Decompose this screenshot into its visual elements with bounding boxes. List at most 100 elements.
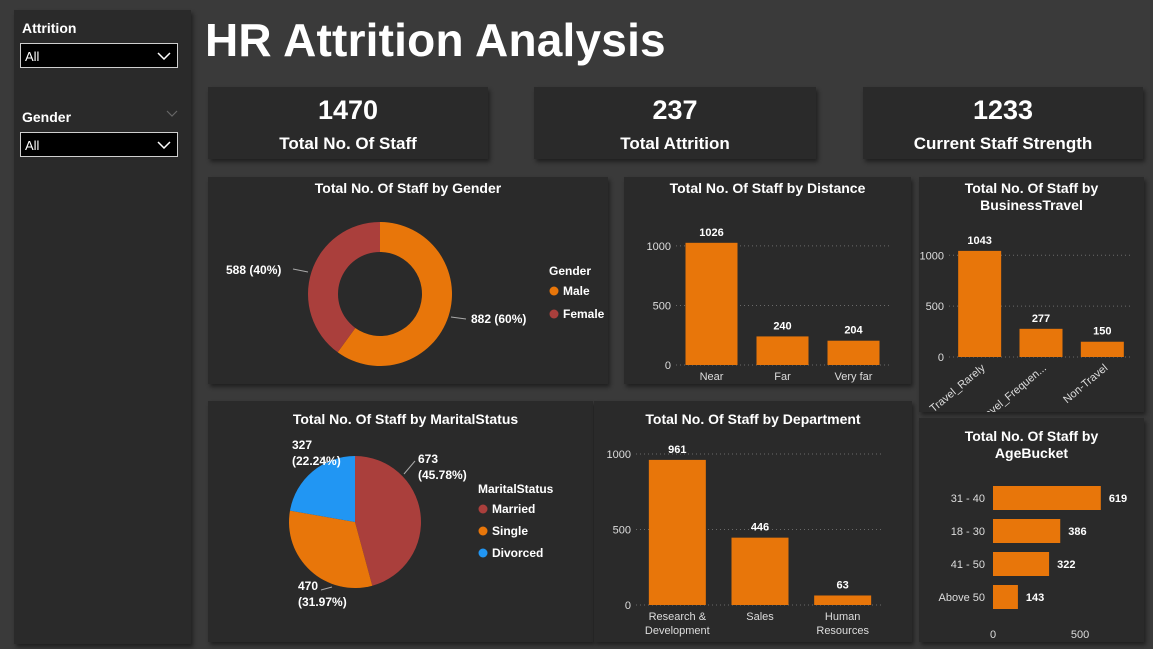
- legend-item: Married: [492, 502, 535, 516]
- y-tick-label: 0: [665, 360, 671, 372]
- department-bar-chart: 0 500 1000 961 Research & Development 446 Sales…: [607, 444, 884, 637]
- kpi-card-current-staff: 1233 Current Staff Strength: [863, 87, 1143, 159]
- gender-chart-card: Total No. Of Staff by Gender 882 (60%) 58…: [208, 177, 608, 384]
- age-chart-card: Total No. Of Staff by AgeBucket 619 31 - …: [919, 418, 1144, 642]
- legend-item: Male: [563, 284, 590, 298]
- kpi-label: Total No. Of Staff: [279, 134, 417, 153]
- bar-2: [827, 340, 880, 365]
- y-tick-label: 18 - 30: [951, 526, 985, 538]
- data-label-leader: [292, 268, 309, 273]
- data-label-leader: [320, 586, 333, 591]
- bar-1: [731, 537, 789, 605]
- data-label-leader: [450, 316, 467, 320]
- gender-dropdown[interactable]: All: [20, 132, 178, 157]
- legend-title: Gender: [549, 264, 591, 278]
- kpi-value: 1470: [317, 95, 379, 125]
- pie-slice-female: [308, 222, 380, 353]
- x-tick-label: Very far: [835, 371, 873, 383]
- filter-panel: Attrition All Gender All: [14, 10, 191, 644]
- legend-item: Divorced: [492, 546, 543, 560]
- data-label: 1026: [699, 227, 723, 239]
- kpi-label: Total Attrition: [620, 134, 730, 153]
- data-label: 470: [298, 579, 318, 593]
- legend-item: Female: [563, 307, 605, 321]
- chevron-down-icon: [157, 52, 171, 60]
- travel-bar-chart: 050010001043Travel_Rarely277Travel_Frequ…: [920, 235, 1133, 412]
- bar-1: [756, 336, 809, 365]
- data-label: 619: [1109, 493, 1127, 505]
- y-tick-label: 41 - 50: [951, 559, 985, 571]
- data-label-leader: [403, 460, 416, 475]
- y-tick-label: 500: [613, 525, 631, 537]
- bar-0: [685, 242, 738, 365]
- y-tick-label: 1000: [920, 250, 944, 262]
- legend-marker: [549, 286, 559, 296]
- bar-0: [993, 486, 1101, 510]
- bar-2: [814, 595, 872, 605]
- marital-chart-card: Total No. Of Staff by MaritalStatus 673(…: [208, 401, 593, 642]
- data-label: 63: [837, 579, 849, 591]
- kpi-value: 1233: [972, 95, 1034, 125]
- y-tick-label: 1000: [607, 449, 631, 461]
- x-tick-label: Sales: [746, 611, 774, 623]
- y-tick-label: 500: [926, 301, 944, 313]
- data-label: 673: [418, 452, 438, 466]
- chevron-down-icon: [157, 141, 171, 149]
- bar-1: [993, 519, 1061, 543]
- data-label: 150: [1093, 326, 1111, 338]
- x-tick-label: Non-Travel: [1061, 362, 1110, 406]
- x-tick-label: Development: [645, 625, 710, 637]
- data-label: (31.97%): [298, 595, 347, 609]
- attrition-slicer-title: Attrition: [22, 20, 77, 36]
- y-tick-label: 31 - 40: [951, 493, 985, 505]
- gender-slicer-title: Gender: [22, 109, 72, 125]
- data-label: 277: [1032, 313, 1050, 325]
- x-tick-label: Research &: [649, 611, 707, 623]
- kpi-label: Current Staff Strength: [913, 134, 1093, 153]
- data-label: 143: [1026, 592, 1044, 604]
- data-label: 327: [292, 438, 312, 452]
- bar-3: [993, 585, 1018, 609]
- data-label: 240: [773, 320, 791, 332]
- data-label: 386: [1068, 526, 1086, 538]
- data-label: (45.78%): [418, 468, 467, 482]
- x-tick-label: Near: [700, 371, 724, 383]
- legend-marker: [478, 504, 488, 514]
- x-tick-label: Far: [774, 371, 791, 383]
- y-tick-label: 1000: [647, 241, 671, 253]
- legend-marker: [478, 526, 488, 536]
- distance-bar-chart: 0 500 1000 1026 Near 240 Far 204 Very far: [647, 227, 889, 383]
- legend-marker: [549, 309, 559, 319]
- x-tick-label: Travel_Rarely: [928, 362, 988, 412]
- marital-pie-chart: 673 (45.78%) 470 (31.97%) 327 (22.24%) Marital…: [289, 438, 554, 609]
- y-tick-label: 0: [625, 600, 631, 612]
- chevron-down-icon[interactable]: [166, 110, 178, 117]
- kpi-value: 237: [652, 95, 698, 125]
- data-label: 322: [1057, 559, 1075, 571]
- data-label: 882 (60%): [471, 312, 526, 326]
- x-tick-label: Resources: [816, 625, 869, 637]
- attrition-dropdown-value: All: [25, 49, 40, 64]
- bar-2: [993, 552, 1050, 576]
- y-tick-label: 0: [938, 352, 944, 364]
- legend-marker: [478, 548, 488, 558]
- x-tick-label: 500: [1071, 629, 1089, 641]
- legend-item: Single: [492, 524, 528, 538]
- data-label: (22.24%): [292, 454, 341, 468]
- department-chart-card: Total No. Of Staff by Department 0 500 100…: [594, 401, 912, 642]
- data-label: 446: [751, 522, 769, 534]
- legend-title: MaritalStatus: [478, 482, 554, 496]
- attrition-dropdown[interactable]: All: [20, 43, 178, 68]
- age-bar-chart: 619 31 - 40 386 18 - 30 322 41 - 50 143 Above 5…: [939, 486, 1127, 641]
- gender-donut-chart: 882 (60%) 588 (40%) Gender Male Female: [226, 222, 605, 366]
- data-label: 204: [844, 325, 863, 337]
- travel-chart-card: Total No. Of Staff by BusinessTravel 0 50…: [919, 177, 1144, 412]
- y-tick-label: 500: [653, 300, 671, 312]
- data-label: 588 (40%): [226, 263, 281, 277]
- gender-dropdown-value: All: [25, 138, 40, 153]
- bar-0: [958, 250, 1002, 357]
- bar-2: [1080, 341, 1124, 357]
- bar-1: [1019, 328, 1063, 357]
- kpi-card-total-staff: 1470 Total No. Of Staff: [208, 87, 488, 159]
- data-label: 961: [668, 444, 686, 456]
